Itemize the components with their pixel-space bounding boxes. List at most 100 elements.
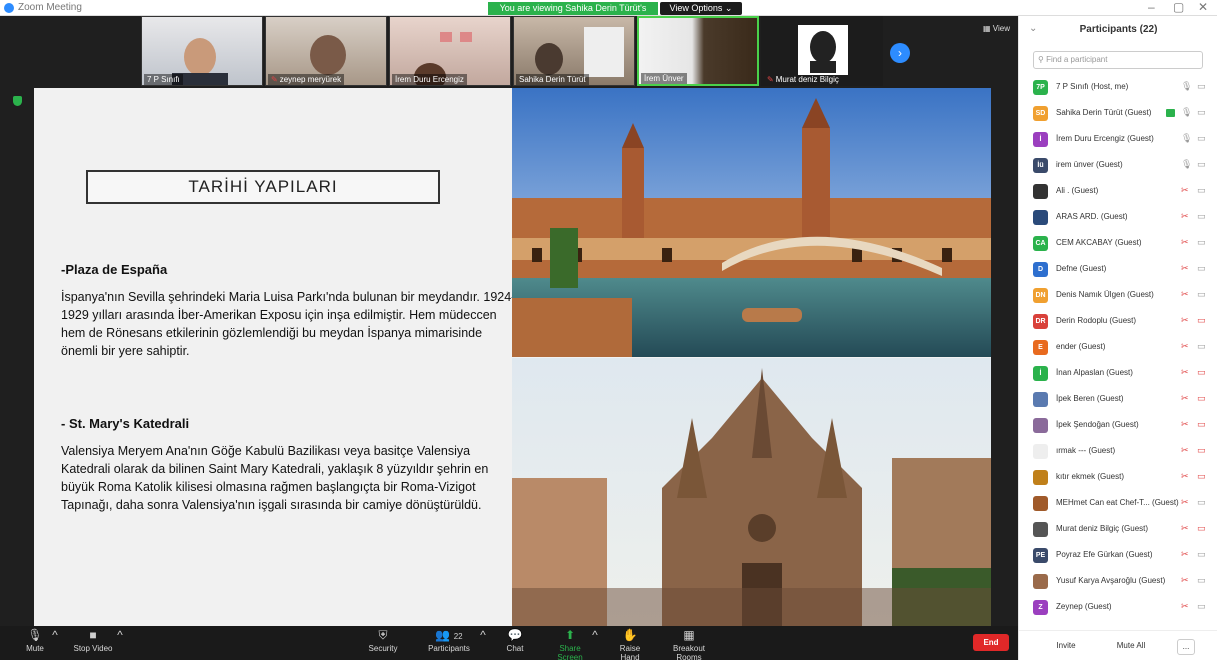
microphone-muted-icon[interactable]: ✂ <box>1181 497 1189 508</box>
share-options-chevron[interactable]: ^ <box>590 626 600 660</box>
restore-icon[interactable]: ▢ <box>1173 0 1184 14</box>
microphone-muted-icon[interactable]: ✂ <box>1181 445 1189 456</box>
microphone-icon[interactable]: 🎙 <box>1181 81 1192 92</box>
participant-row[interactable]: 7P 7 P Sınıfı (Host, me) 🎙 ▭ <box>1019 75 1217 101</box>
participant-row[interactable]: D Defne (Guest) ✂ ▭ <box>1019 257 1217 283</box>
participant-row[interactable]: ırmak --- (Guest) ✂ ▭ <box>1019 439 1217 465</box>
close-icon[interactable]: ✕ <box>1198 0 1208 14</box>
video-camera-icon[interactable]: ▭ <box>1197 159 1206 170</box>
breakout-rooms-button[interactable]: ▦ Breakout Rooms <box>660 626 718 660</box>
microphone-muted-icon[interactable]: ✂ <box>1181 263 1189 274</box>
participant-row[interactable]: DR Derin Rodoplu (Guest) ✂ ▭ <box>1019 309 1217 335</box>
participant-name: Ali . (Guest) <box>1056 186 1099 195</box>
video-camera-icon[interactable]: ▭ <box>1197 289 1206 300</box>
participants-button[interactable]: 👥 22 Participants <box>426 626 472 660</box>
microphone-icon[interactable]: 🎙 <box>1181 107 1192 118</box>
security-button[interactable]: ⛨ Security <box>365 626 401 660</box>
video-camera-off-icon[interactable]: ▭ <box>1197 419 1206 430</box>
view-options-button[interactable]: View Options ⌄ <box>660 2 742 15</box>
participant-row[interactable]: PE Poyraz Efe Gürkan (Guest) ✂ ▭ <box>1019 543 1217 569</box>
participant-row[interactable]: SD Sahika Derin Türüt (Guest) 🎙 ▭ <box>1019 101 1217 127</box>
audio-options-chevron[interactable]: ^ <box>50 626 60 660</box>
microphone-muted-icon[interactable]: ✂ <box>1181 237 1189 248</box>
video-thumbnail[interactable]: ✎ zeynep meryürek <box>265 16 387 86</box>
participant-row[interactable]: İü irem ünver (Guest) 🎙 ▭ <box>1019 153 1217 179</box>
participant-search-input[interactable]: ⚲ Find a participant <box>1033 51 1203 69</box>
invite-button[interactable]: Invite <box>1047 639 1085 655</box>
participant-row[interactable]: Z Zeynep (Guest) ✂ ▭ <box>1019 595 1217 621</box>
video-thumbnail-active-speaker[interactable]: İrem Ünver <box>637 16 759 86</box>
video-camera-off-icon[interactable]: ▭ <box>1197 445 1206 456</box>
microphone-muted-icon[interactable]: ✂ <box>1181 575 1189 586</box>
participant-row[interactable]: İpek Beren (Guest) ✂ ▭ <box>1019 387 1217 413</box>
video-camera-off-icon[interactable]: ▭ <box>1197 393 1206 404</box>
microphone-muted-icon[interactable]: ✂ <box>1181 471 1189 482</box>
participant-row[interactable]: Murat deniz Bilgiç (Guest) ✂ ▭ <box>1019 517 1217 543</box>
video-thumbnail[interactable]: Sahika Derin Türüt <box>513 16 635 86</box>
video-camera-off-icon[interactable]: ▭ <box>1197 471 1206 482</box>
video-camera-off-icon[interactable]: ▭ <box>1197 367 1206 378</box>
next-page-button[interactable]: › <box>890 43 910 63</box>
video-camera-icon[interactable]: ▭ <box>1197 263 1206 274</box>
more-options-button[interactable]: ... <box>1177 639 1195 655</box>
microphone-muted-icon[interactable]: ✂ <box>1181 185 1189 196</box>
section-heading-katedral: - St. Mary's Katedrali <box>61 416 190 431</box>
video-camera-icon[interactable]: ▭ <box>1197 237 1206 248</box>
microphone-muted-icon[interactable]: ✂ <box>1181 523 1189 534</box>
microphone-muted-icon[interactable]: ✂ <box>1181 315 1189 326</box>
participant-row[interactable]: İpek Şendoğan (Guest) ✂ ▭ <box>1019 413 1217 439</box>
participant-row[interactable]: İ İnan Alpaslan (Guest) ✂ ▭ <box>1019 361 1217 387</box>
chat-button[interactable]: 💬 Chat <box>503 626 527 660</box>
microphone-muted-icon[interactable]: ✂ <box>1181 419 1189 430</box>
microphone-muted-icon[interactable]: ✂ <box>1181 211 1189 222</box>
st-marys-cathedral-photo <box>512 358 991 626</box>
video-thumbnail[interactable]: ✎ Murat deniz Bilgiç <box>761 16 883 86</box>
video-thumbnail[interactable]: İrem Duru Ercengiz <box>389 16 511 86</box>
video-camera-icon[interactable]: ▭ <box>1197 601 1206 612</box>
video-camera-icon[interactable]: ▭ <box>1197 107 1206 118</box>
participant-name: MEHmet Can eat Chef-T... (Guest) <box>1056 498 1179 507</box>
raise-hand-button[interactable]: ✋ Raise Hand <box>610 626 650 660</box>
video-camera-icon[interactable]: ▭ <box>1197 341 1206 352</box>
stop-video-button[interactable]: ■ Stop Video <box>72 626 114 660</box>
microphone-muted-icon[interactable]: ✂ <box>1181 289 1189 300</box>
video-camera-icon[interactable]: ▭ <box>1197 497 1206 508</box>
mute-button[interactable]: 🎙 Mute <box>22 626 48 660</box>
thumbnail-name: 7 P Sınıfı <box>144 74 183 85</box>
microphone-icon[interactable]: 🎙 <box>1181 159 1192 170</box>
video-camera-icon[interactable]: ▭ <box>1197 575 1206 586</box>
microphone-muted-icon[interactable]: ✂ <box>1181 341 1189 352</box>
participant-row[interactable]: MEHmet Can eat Chef-T... (Guest) ✂ ▭ <box>1019 491 1217 517</box>
microphone-muted-icon[interactable]: ✂ <box>1181 601 1189 612</box>
video-camera-icon[interactable]: ▭ <box>1197 133 1206 144</box>
participant-row[interactable]: CA CEM AKCABAY (Guest) ✂ ▭ <box>1019 231 1217 257</box>
end-meeting-button[interactable]: End <box>973 634 1009 651</box>
video-camera-icon[interactable]: ▭ <box>1197 185 1206 196</box>
participant-row[interactable]: Yusuf Karya Avşaroğlu (Guest) ✂ ▭ <box>1019 569 1217 595</box>
participant-row[interactable]: İ İrem Duru Ercengiz (Guest) 🎙 ▭ <box>1019 127 1217 153</box>
microphone-icon[interactable]: 🎙 <box>1181 133 1192 144</box>
video-camera-off-icon[interactable]: ▭ <box>1197 315 1206 326</box>
share-screen-button[interactable]: ⬆ Share Screen <box>546 626 594 660</box>
thumbnail-name: ✎ zeynep meryürek <box>268 74 345 85</box>
participant-row[interactable]: kıtır ekmek (Guest) ✂ ▭ <box>1019 465 1217 491</box>
participant-name: CEM AKCABAY (Guest) <box>1056 238 1142 247</box>
video-camera-icon[interactable]: ▭ <box>1197 81 1206 92</box>
microphone-muted-icon[interactable]: ✂ <box>1181 393 1189 404</box>
view-button[interactable]: ▦ View <box>983 24 1010 33</box>
participants-options-chevron[interactable]: ^ <box>478 626 488 660</box>
video-camera-icon[interactable]: ▭ <box>1197 211 1206 222</box>
participant-name: Yusuf Karya Avşaroğlu (Guest) <box>1056 576 1166 585</box>
mute-all-button[interactable]: Mute All <box>1107 639 1155 655</box>
minimize-icon[interactable]: – <box>1148 0 1155 14</box>
video-thumbnail[interactable]: 7 P Sınıfı <box>141 16 263 86</box>
microphone-muted-icon[interactable]: ✂ <box>1181 549 1189 560</box>
video-camera-icon[interactable]: ▭ <box>1197 549 1206 560</box>
video-camera-off-icon[interactable]: ▭ <box>1197 523 1206 534</box>
participant-row[interactable]: Ali . (Guest) ✂ ▭ <box>1019 179 1217 205</box>
participant-row[interactable]: DN Denis Namık Ülgen (Guest) ✂ ▭ <box>1019 283 1217 309</box>
video-options-chevron[interactable]: ^ <box>115 626 125 660</box>
participant-row[interactable]: Eender (Guest) ✂ ▭ <box>1019 335 1217 361</box>
microphone-muted-icon[interactable]: ✂ <box>1181 367 1189 378</box>
participant-row[interactable]: ARAS ARD. (Guest) ✂ ▭ <box>1019 205 1217 231</box>
